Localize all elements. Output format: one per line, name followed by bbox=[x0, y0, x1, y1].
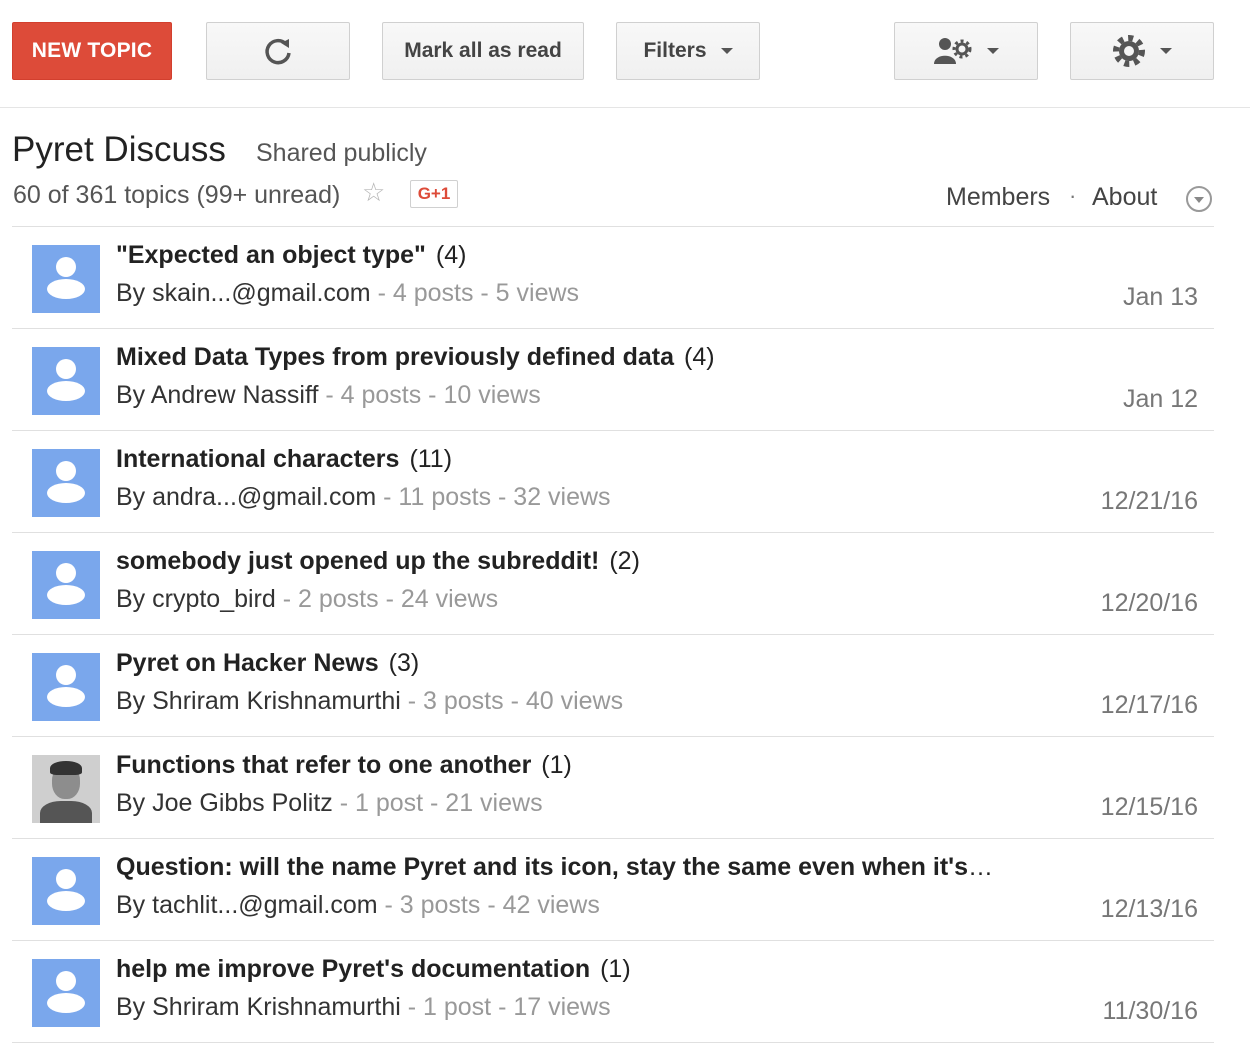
new-topic-button[interactable]: NEW TOPIC bbox=[12, 22, 172, 80]
more-options-icon[interactable] bbox=[1186, 186, 1212, 212]
topic-date: Jan 13 bbox=[1122, 283, 1198, 311]
topic-stats: - 2 posts - 24 views bbox=[275, 585, 499, 613]
chevron-down-icon bbox=[1160, 48, 1172, 54]
avatar bbox=[32, 755, 100, 823]
gear-icon bbox=[1113, 35, 1145, 67]
topic-title[interactable]: Pyret on Hacker News bbox=[116, 649, 379, 677]
topic-post-count: (4) bbox=[684, 343, 715, 371]
topic-date: 12/13/16 bbox=[1100, 895, 1198, 923]
topic-row[interactable]: Question: will the name Pyret and its ic… bbox=[12, 839, 1214, 941]
topic-date: 12/21/16 bbox=[1100, 487, 1198, 515]
topic-title[interactable]: Functions that refer to one another bbox=[116, 751, 531, 779]
about-link[interactable]: About bbox=[1092, 183, 1157, 212]
filters-button[interactable]: Filters bbox=[616, 22, 760, 80]
topic-row[interactable]: International characters (11) By andra...… bbox=[12, 431, 1214, 533]
chevron-down-icon bbox=[987, 48, 999, 54]
topic-count: 60 of 361 topics (99+ unread) bbox=[13, 181, 341, 209]
avatar bbox=[32, 857, 100, 925]
topic-post-count: (2) bbox=[609, 547, 640, 575]
topic-post-count: (1) bbox=[600, 955, 631, 983]
topic-stats: - 3 posts - 42 views bbox=[377, 891, 600, 919]
avatar bbox=[32, 347, 100, 415]
avatar bbox=[32, 551, 100, 619]
topic-author: By Andrew Nassiff bbox=[116, 381, 319, 409]
topic-title[interactable]: Question: will the name Pyret and its ic… bbox=[116, 853, 996, 881]
refresh-icon bbox=[265, 38, 291, 65]
topic-row[interactable]: "Expected an object type" (4) By skain...… bbox=[12, 227, 1214, 329]
avatar bbox=[32, 959, 100, 1027]
mark-all-read-button[interactable]: Mark all as read bbox=[382, 22, 584, 80]
topic-stats: - 11 posts - 32 views bbox=[376, 483, 611, 511]
topic-row[interactable]: somebody just opened up the subreddit! (2… bbox=[12, 533, 1214, 635]
topic-stats: - 3 posts - 40 views bbox=[400, 687, 624, 715]
topic-author: By Shriram Krishnamurthi bbox=[116, 993, 401, 1021]
topic-title[interactable]: "Expected an object type" bbox=[116, 241, 426, 269]
topic-title[interactable]: International characters bbox=[116, 445, 399, 473]
topic-date: 12/17/16 bbox=[1100, 691, 1198, 719]
topic-row[interactable]: help me improve Pyret's documentation (1)… bbox=[12, 941, 1214, 1043]
gplus-button[interactable]: G+1 bbox=[410, 180, 458, 208]
members-settings-icon bbox=[934, 38, 972, 64]
topic-date: 12/15/16 bbox=[1100, 793, 1198, 821]
topic-title[interactable]: somebody just opened up the subreddit! bbox=[116, 547, 599, 575]
avatar bbox=[32, 245, 100, 313]
avatar bbox=[32, 653, 100, 721]
chevron-down-icon bbox=[720, 48, 733, 54]
refresh-button[interactable] bbox=[206, 22, 350, 80]
topic-row[interactable]: Functions that refer to one another (1) B… bbox=[12, 737, 1214, 839]
topic-title[interactable]: Mixed Data Types from previously defined… bbox=[116, 343, 674, 371]
topic-date: Jan 12 bbox=[1122, 385, 1198, 413]
avatar bbox=[32, 449, 100, 517]
members-link[interactable]: Members bbox=[946, 183, 1050, 212]
topic-author: By Joe Gibbs Politz bbox=[116, 789, 333, 817]
settings-button[interactable] bbox=[1070, 22, 1214, 80]
topic-date: 11/30/16 bbox=[1102, 997, 1198, 1025]
topic-title[interactable]: help me improve Pyret's documentation bbox=[116, 955, 590, 983]
visibility-label: Shared publicly bbox=[256, 139, 427, 167]
topic-post-count: (4) bbox=[435, 241, 467, 269]
star-icon[interactable]: ☆ bbox=[362, 177, 385, 208]
topic-author: By crypto_bird bbox=[116, 585, 276, 613]
member-settings-button[interactable] bbox=[894, 22, 1038, 80]
topic-stats: - 4 posts - 10 views bbox=[318, 381, 541, 409]
topic-row[interactable]: Mixed Data Types from previously defined… bbox=[12, 329, 1214, 431]
toolbar: NEW TOPIC Mark all as read Filters bbox=[0, 0, 1250, 108]
topic-post-count: (1) bbox=[541, 751, 572, 779]
topic-author: By tachlit...@gmail.com bbox=[116, 891, 378, 919]
topic-stats: - 1 post - 17 views bbox=[400, 993, 611, 1021]
topic-row[interactable]: Pyret on Hacker News (3) By Shriram Krish… bbox=[12, 635, 1214, 737]
topic-stats: - 4 posts - 5 views bbox=[370, 279, 580, 307]
topic-post-count: (11) bbox=[409, 445, 453, 473]
topic-author: By Shriram Krishnamurthi bbox=[116, 687, 401, 715]
topic-date: 12/20/16 bbox=[1100, 589, 1198, 617]
separator-dot: · bbox=[1069, 183, 1077, 208]
topic-author: By andra...@gmail.com bbox=[116, 483, 377, 511]
topic-list: "Expected an object type" (4) By skain...… bbox=[12, 226, 1214, 1043]
topic-post-count: (3) bbox=[388, 649, 420, 677]
topic-author: By skain...@gmail.com bbox=[116, 279, 371, 307]
group-title: Pyret Discuss bbox=[12, 130, 226, 169]
topic-stats: - 1 post - 21 views bbox=[332, 789, 543, 817]
filters-label: Filters bbox=[643, 39, 707, 62]
